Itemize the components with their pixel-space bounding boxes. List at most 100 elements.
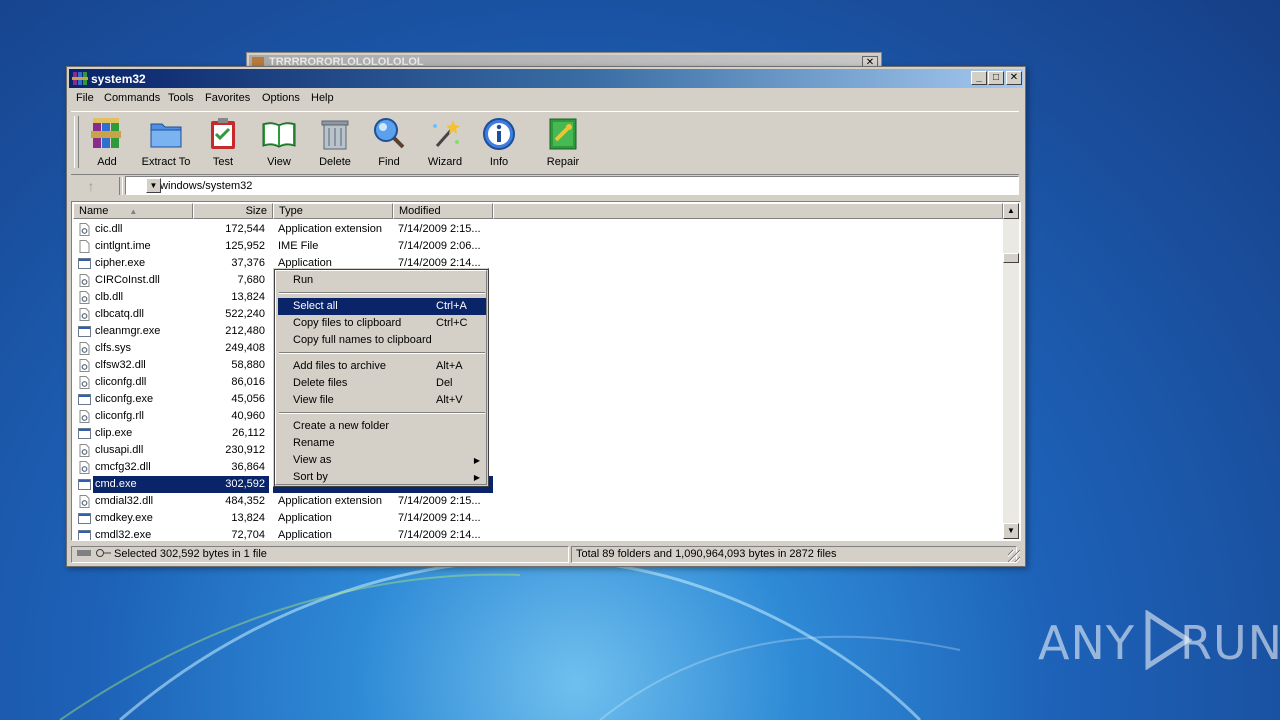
menu-item-create-a-new-folder[interactable]: Create a new folder (278, 418, 486, 435)
file-row[interactable]: cipher.exe 37,376 Application 7/14/2009 2:1… (73, 255, 1003, 272)
wizard-button[interactable]: Wizard (423, 116, 467, 172)
file-size: 45,056 (231, 393, 265, 405)
dll-file-icon (78, 410, 91, 423)
test-label: Test (212, 156, 234, 168)
info-button[interactable]: Info (479, 116, 519, 172)
status-total-text: Total 89 folders and 1,090,964,093 bytes… (576, 548, 837, 560)
file-row[interactable]: clbcatq.dll 522,240 (73, 306, 1003, 323)
info-label: Info (489, 156, 509, 168)
exe-file-icon (78, 257, 91, 270)
window-title: system32 (91, 72, 146, 86)
file-row[interactable]: cmcfg32.dll 36,864 (73, 459, 1003, 476)
menu-separator (279, 292, 485, 294)
file-row[interactable]: cliconfg.dll 86,016 (73, 374, 1003, 391)
submenu-arrow-icon: ▶ (473, 473, 480, 482)
file-list[interactable]: Name ▲ Size Type Modified cic.dll 172,544… (71, 201, 1021, 541)
menu-item-add-files-to-archive[interactable]: Add files to archive Alt+A (278, 358, 486, 375)
dll-file-icon (78, 223, 91, 236)
delete-label: Delete (319, 156, 351, 168)
column-modified-header[interactable]: Modified (393, 203, 493, 219)
menu-item-copy-files-to-clipboard[interactable]: Copy files to clipboard Ctrl+C (278, 315, 486, 332)
trash-icon (321, 120, 349, 150)
scroll-up-button[interactable]: ▲ (1003, 203, 1019, 219)
column-name-header[interactable]: Name ▲ (73, 203, 193, 219)
scroll-thumb[interactable] (1003, 253, 1019, 263)
file-row[interactable]: clusapi.dll 230,912 (73, 442, 1003, 459)
file-row[interactable]: cmdl32.exe 72,704 Application 7/14/2009 2:1… (73, 527, 1003, 541)
file-row[interactable]: cmd.exe 302,592 (73, 476, 1003, 493)
file-size: 72,704 (231, 529, 265, 541)
menu-options[interactable]: Options (262, 92, 300, 104)
file-row[interactable]: clb.dll 13,824 (73, 289, 1003, 306)
wizard-label: Wizard (427, 156, 463, 168)
file-row[interactable]: clip.exe 26,112 (73, 425, 1003, 442)
file-row[interactable]: cmdial32.dll 484,352 Application extension… (73, 493, 1003, 510)
info-icon (483, 118, 515, 150)
status-selection-text: Selected 302,592 bytes in 1 file (114, 548, 267, 560)
column-name-label: Name (79, 205, 109, 217)
maximize-button[interactable]: □ (988, 71, 1004, 85)
address-dropdown-button[interactable]: ▼ (146, 178, 161, 193)
file-row[interactable]: cic.dll 172,544 Application extension 7/14/… (73, 221, 1003, 238)
file-row[interactable]: cintlgnt.ime 125,952 IME File 7/14/2009 2:0… (73, 238, 1003, 255)
menu-item-copy-full-names-to-clipboard[interactable]: Copy full names to clipboard (278, 332, 486, 349)
dll-file-icon (78, 291, 91, 304)
extract-to-button[interactable]: Extract To (137, 116, 195, 172)
file-row[interactable]: cliconfg.exe 45,056 (73, 391, 1003, 408)
vertical-scrollbar[interactable]: ▲ ▼ (1003, 203, 1019, 539)
context-menu-body: Run Select all Ctrl+A Copy files to clipboa… (275, 270, 487, 485)
menu-item-delete-files[interactable]: Delete files Del (278, 375, 486, 392)
file-name: cmdl32.exe (95, 529, 152, 541)
status-left-pane: Selected 302,592 bytes in 1 file (71, 546, 569, 563)
find-label: Find (378, 156, 400, 168)
menu-file[interactable]: File (76, 92, 94, 104)
menu-item-shortcut: Del (436, 377, 453, 389)
test-button[interactable]: Test (203, 116, 243, 172)
menu-item-run[interactable]: Run (278, 272, 486, 289)
menu-favorites[interactable]: Favorites (205, 92, 250, 104)
file-size: 58,880 (231, 359, 265, 371)
menu-item-rename[interactable]: Rename (278, 435, 486, 452)
address-field[interactable]: C:/windows/system32 ▼ (125, 176, 1019, 195)
minimize-button[interactable]: _ (971, 71, 987, 85)
delete-button[interactable]: Delete (315, 116, 355, 172)
repair-button[interactable]: Repair (543, 116, 583, 172)
file-row[interactable]: cliconfg.rll 40,960 (73, 408, 1003, 425)
toolbar-grip[interactable] (74, 116, 79, 168)
menu-tools[interactable]: Tools (168, 92, 194, 104)
menu-item-sort-by[interactable]: Sort by ▶ (278, 469, 486, 486)
add-button[interactable]: Add (85, 116, 129, 172)
view-button[interactable]: View (257, 116, 301, 172)
dll-file-icon (78, 495, 91, 508)
generic-file-icon (78, 240, 91, 253)
column-type-header[interactable]: Type (273, 203, 393, 219)
status-bar: Selected 302,592 bytes in 1 file Total 8… (69, 545, 1021, 563)
status-right-pane: Total 89 folders and 1,090,964,093 bytes… (571, 546, 1017, 563)
file-type: IME File (278, 240, 319, 252)
menu-commands[interactable]: Commands (104, 92, 160, 104)
file-size: 249,408 (225, 342, 265, 354)
file-row[interactable]: CIRCoInst.dll 7,680 (73, 272, 1003, 289)
up-folder-button[interactable]: ↑ (79, 177, 103, 195)
file-row[interactable]: clfsw32.dll 58,880 (73, 357, 1003, 374)
dll-file-icon (78, 376, 91, 389)
menu-item-shortcut: Ctrl+C (436, 317, 468, 329)
file-row[interactable]: clfs.sys 249,408 (73, 340, 1003, 357)
close-button[interactable]: ✕ (1006, 71, 1022, 85)
title-bar[interactable]: system32 _ □ ✕ (69, 69, 1023, 88)
dll-file-icon (78, 444, 91, 457)
file-size: 125,952 (225, 240, 265, 252)
file-row[interactable]: cleanmgr.exe 212,480 (73, 323, 1003, 340)
column-size-header[interactable]: Size (193, 203, 273, 219)
file-row[interactable]: cmdkey.exe 13,824 Application 7/14/2009 2:1… (73, 510, 1003, 527)
menu-bar: File Commands Tools Favorites Options He… (69, 89, 1023, 108)
file-name: clb.dll (95, 291, 124, 303)
scroll-down-button[interactable]: ▼ (1003, 523, 1019, 539)
resize-grip[interactable] (1008, 550, 1020, 562)
menu-item-select-all[interactable]: Select all Ctrl+A (278, 298, 486, 315)
menu-item-view-as[interactable]: View as ▶ (278, 452, 486, 469)
find-button[interactable]: Find (369, 116, 409, 172)
menu-item-view-file[interactable]: View file Alt+V (278, 392, 486, 409)
file-name: CIRCoInst.dll (95, 274, 160, 286)
menu-help[interactable]: Help (311, 92, 334, 104)
